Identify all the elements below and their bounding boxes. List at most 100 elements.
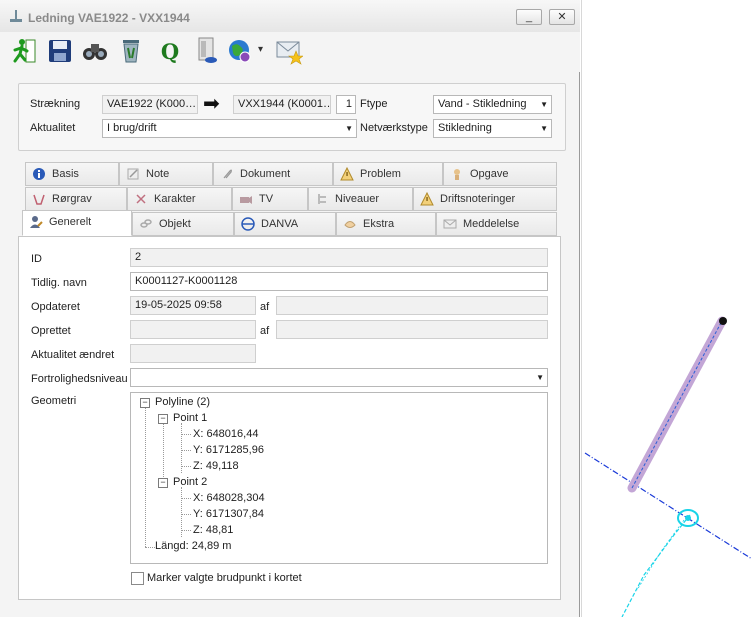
tidlig-navn-label: Tidlig. navn xyxy=(31,277,87,289)
fortrolighed-label: Fortrolighedsniveau xyxy=(31,373,128,385)
tab-niveauer-label: Niveauer xyxy=(335,193,380,205)
tab-tv[interactable]: TV xyxy=(232,187,308,211)
exit-button[interactable] xyxy=(10,36,38,66)
id-label: ID xyxy=(31,253,42,265)
tab-opgave-label: Opgave xyxy=(470,168,509,180)
tree-connector xyxy=(181,514,191,515)
tab-rorgrav-label: Rørgrav xyxy=(52,193,92,205)
oprettet-field[interactable] xyxy=(130,320,256,339)
netvaerkstype-value: Stikledning xyxy=(438,122,492,134)
tree-node-point-1-z[interactable]: Z: 49,118 xyxy=(193,460,239,472)
minimize-button[interactable]: _ xyxy=(516,9,542,25)
collapse-toggle-polyline[interactable]: − xyxy=(140,398,150,408)
to-node-field[interactable]: VXX1944 (K0001… xyxy=(233,95,331,114)
tree-node-point-1[interactable]: Point 1 xyxy=(173,412,207,424)
marker-brudpunkt-label[interactable]: Marker valgte brudpunkt i kortet xyxy=(147,572,302,584)
tab-rorgrav[interactable]: Rørgrav xyxy=(25,187,127,211)
user-edit-icon xyxy=(30,216,43,228)
map-drawing xyxy=(584,316,751,618)
title-bar[interactable]: Ledning VAE1922 - VXX1944 _ ✕ xyxy=(0,0,580,32)
delete-button[interactable] xyxy=(117,36,145,66)
collapse-toggle-point-2[interactable]: − xyxy=(158,478,168,488)
find-button[interactable] xyxy=(81,36,109,66)
opdateret-af-label: af xyxy=(260,301,270,313)
tree-node-length[interactable]: Längd: 24,89 m xyxy=(155,540,231,552)
query-button[interactable]: Q xyxy=(156,36,184,66)
tab-danva[interactable]: DANVA xyxy=(234,212,336,236)
web-button[interactable] xyxy=(226,36,254,66)
tree-connector xyxy=(181,530,191,531)
tab-danva-label: DANVA xyxy=(261,218,299,230)
tab-niveauer[interactable]: Niveauer xyxy=(308,187,413,211)
opdateret-field[interactable]: 19-05-2025 09:58 xyxy=(130,296,256,315)
tree-node-point-2-y[interactable]: Y: 6171307,84 xyxy=(193,508,264,520)
count-field[interactable]: 1 xyxy=(336,95,356,114)
tab-karakter[interactable]: Karakter xyxy=(127,187,232,211)
tree-node-point-2[interactable]: Point 2 xyxy=(173,476,207,488)
tab-opgave[interactable]: Opgave xyxy=(443,162,557,186)
report-button[interactable] xyxy=(193,36,221,66)
tree-node-point-1-y[interactable]: Y: 6171285,96 xyxy=(193,444,264,456)
header-groupbox xyxy=(18,83,566,151)
tree-node-point-2-z[interactable]: Z: 48,81 xyxy=(193,524,233,536)
tree-node-polyline[interactable]: Polyline (2) xyxy=(155,396,210,408)
warning-icon xyxy=(340,167,354,181)
close-button[interactable]: ✕ xyxy=(549,9,575,25)
cyan-service-line xyxy=(621,514,691,618)
report-document-icon xyxy=(198,37,217,63)
tab-note[interactable]: Note xyxy=(119,162,213,186)
tab-generelt[interactable]: Generelt xyxy=(22,210,132,236)
tab-generelt-label: Generelt xyxy=(49,216,92,228)
ftype-select[interactable]: Vand - Stikledning ▼ xyxy=(433,95,552,114)
trench-icon xyxy=(33,194,45,205)
chevron-down-icon: ▼ xyxy=(540,100,548,109)
karakter-icon xyxy=(136,194,146,204)
tree-connector xyxy=(181,498,191,499)
levels-icon xyxy=(318,194,326,204)
geometry-tree[interactable]: − Polyline (2) − Point 1 X: 648016,44 Y:… xyxy=(130,392,548,564)
id-field[interactable]: 2 xyxy=(130,248,548,267)
aktualitet-label: Aktualitet xyxy=(30,122,76,134)
mail-button[interactable] xyxy=(275,36,303,66)
tab-objekt-label: Objekt xyxy=(159,218,191,230)
tab-problem[interactable]: Problem xyxy=(333,162,443,186)
tree-connector xyxy=(145,547,155,548)
collapse-toggle-point-1[interactable]: − xyxy=(158,414,168,424)
netvaerkstype-select[interactable]: Stikledning ▼ xyxy=(433,119,552,138)
geometri-label: Geometri xyxy=(31,395,77,407)
opdateret-label: Opdateret xyxy=(31,301,80,313)
aktualitet-aendret-field[interactable] xyxy=(130,344,256,363)
link-icon xyxy=(140,219,152,228)
tab-basis-label: Basis xyxy=(52,168,79,180)
tab-dokument-label: Dokument xyxy=(240,168,291,180)
tree-node-point-1-x[interactable]: X: 648016,44 xyxy=(193,428,258,440)
fortrolighed-select[interactable]: ▼ xyxy=(130,368,548,387)
pipe-app-icon xyxy=(10,10,22,22)
tree-connector xyxy=(163,423,164,483)
map-canvas[interactable] xyxy=(581,0,751,618)
mail-star-icon xyxy=(276,41,303,65)
tree-node-point-2-x[interactable]: X: 648028,304 xyxy=(193,492,265,504)
exit-running-man-icon xyxy=(13,39,36,63)
tab-objekt[interactable]: Objekt xyxy=(132,212,234,236)
tab-basis[interactable]: Basis xyxy=(25,162,119,186)
tree-connector xyxy=(181,450,191,451)
tv-camera-icon xyxy=(240,196,252,204)
tab-driftsnoteringer[interactable]: Driftsnoteringer xyxy=(413,187,557,211)
recycle-bin-icon xyxy=(123,40,139,63)
paperclip-icon xyxy=(223,169,232,179)
aktualitet-select[interactable]: I brug/drift ▼ xyxy=(102,119,357,138)
marker-brudpunkt-checkbox[interactable] xyxy=(131,572,144,585)
pipe-end-node xyxy=(719,317,727,325)
web-dropdown-arrow[interactable]: ▾ xyxy=(258,44,263,55)
tab-tv-label: TV xyxy=(259,193,274,205)
oprettet-af-field[interactable] xyxy=(276,320,548,339)
opdateret-af-field[interactable] xyxy=(276,296,548,315)
tab-dokument[interactable]: Dokument xyxy=(213,162,333,186)
from-node-field[interactable]: VAE1922 (K000… xyxy=(102,95,198,114)
tab-ekstra[interactable]: Ekstra xyxy=(336,212,436,236)
toolbar: Q ▾ xyxy=(0,32,580,72)
tab-meddelelse[interactable]: Meddelelse xyxy=(436,212,557,236)
tidlig-navn-field[interactable]: K0001127-K0001128 xyxy=(130,272,548,291)
save-button[interactable] xyxy=(46,36,74,66)
